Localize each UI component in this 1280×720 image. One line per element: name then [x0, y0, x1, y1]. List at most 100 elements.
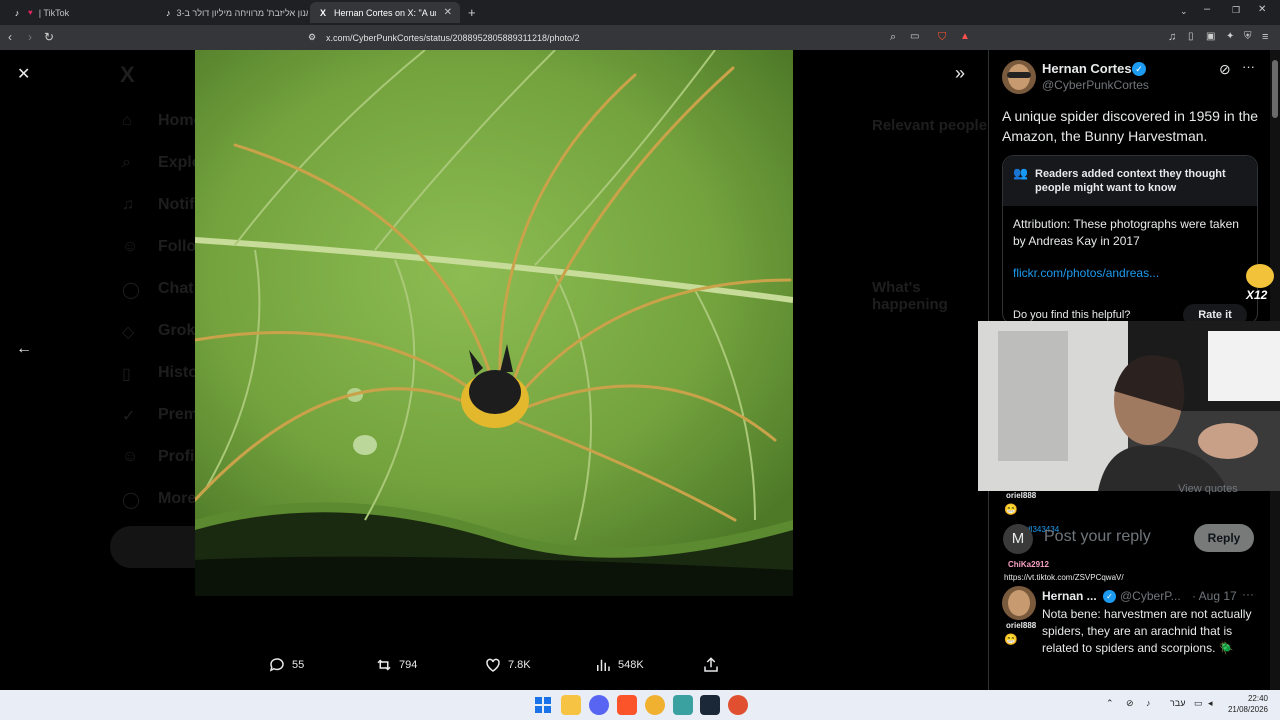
- reply-date[interactable]: · Aug 17: [1192, 589, 1237, 603]
- profile-icon: ☺: [122, 448, 139, 465]
- url-text: x.com/CyberPunkCortes/status/20889528058…: [326, 32, 580, 43]
- reply-more-icon[interactable]: ···: [1242, 587, 1254, 601]
- home-icon: ⌂: [122, 112, 132, 129]
- file-explorer-icon[interactable]: [561, 695, 581, 715]
- start-icon[interactable]: [533, 695, 553, 715]
- language-indicator[interactable]: עבר: [1170, 698, 1185, 708]
- cast-icon[interactable]: ▭: [910, 29, 919, 45]
- tiktok-icon: ♪: [166, 7, 171, 18]
- tray-chevron-icon[interactable]: ⌃: [1106, 698, 1114, 709]
- reply-author-name[interactable]: Hernan ...: [1042, 589, 1097, 603]
- tab-label: | TikTok: [38, 7, 70, 18]
- address-bar[interactable]: ⚙ x.com/CyberPunkCortes/status/208895280…: [280, 28, 976, 47]
- search-icon: ⌕: [122, 154, 131, 171]
- community-note: 👥 Readers added context they thought peo…: [1002, 155, 1258, 326]
- brave-rewards-icon[interactable]: ▲: [960, 29, 970, 45]
- views-button[interactable]: 548K: [594, 656, 644, 674]
- author-handle[interactable]: @CyberPunkCortes: [1042, 78, 1149, 92]
- reload-icon[interactable]: ↻: [44, 29, 54, 45]
- community-note-link[interactable]: flickr.com/photos/andreas...: [1013, 266, 1159, 280]
- minimize-icon[interactable]: –: [1204, 3, 1210, 15]
- clock-time[interactable]: 22:40: [1232, 694, 1268, 703]
- close-window-icon[interactable]: ✕: [1258, 4, 1266, 15]
- scrollbar-thumb[interactable]: [1272, 60, 1278, 118]
- back-icon[interactable]: ‹: [8, 29, 12, 45]
- brave-shield-icon[interactable]: ⛉: [938, 29, 946, 45]
- collapse-panel-icon[interactable]: »: [955, 63, 965, 84]
- vpn-icon[interactable]: ⛨: [1244, 29, 1252, 45]
- forward-icon[interactable]: ›: [28, 29, 32, 45]
- discord-icon[interactable]: [589, 695, 609, 715]
- close-tab-icon[interactable]: ✕: [444, 7, 452, 18]
- previous-photo-arrow-icon[interactable]: ←: [16, 340, 32, 358]
- tab-tiktok[interactable]: ♪ ♥ | TikTok: [4, 2, 154, 23]
- verified-badge-icon: ✓: [1103, 590, 1116, 603]
- reply-author-avatar[interactable]: [1002, 586, 1036, 620]
- x-photo-viewer: X ⌂ Home ⌕ Explore ♫ Notifications ☺ Fol…: [0, 50, 1280, 690]
- tab-label: Hernan Cortes on X: "A unique s: [334, 7, 436, 18]
- brave-browser-icon[interactable]: [617, 695, 637, 715]
- nav-grok: Grok: [158, 322, 196, 339]
- new-tab-button[interactable]: +: [468, 5, 476, 20]
- extensions-icon[interactable]: ✦: [1226, 29, 1234, 45]
- more-icon: ◯: [122, 492, 140, 509]
- more-options-icon[interactable]: ···: [1242, 59, 1255, 74]
- clock-date[interactable]: 21/08/2026: [1222, 705, 1268, 714]
- windows-taskbar: ⌃ ⊘ ♪ עבר ▭ ◂ 22:40 21/08/2026: [0, 690, 1280, 720]
- author-name[interactable]: Hernan Cortes: [1042, 61, 1132, 76]
- community-note-body: Attribution: These photographs were take…: [1013, 217, 1239, 248]
- like-button[interactable]: 7.8K: [484, 656, 531, 674]
- verified-badge-icon: ✓: [1132, 62, 1146, 76]
- chat-emoji-icon: 😁: [1004, 634, 1018, 646]
- reply-author-handle[interactable]: @CyberP...: [1120, 589, 1181, 603]
- media-icon[interactable]: ♫: [1168, 29, 1176, 45]
- restore-icon[interactable]: ❐: [1232, 5, 1240, 16]
- like-count: 7.8K: [508, 659, 531, 671]
- app-icon[interactable]: [645, 695, 665, 715]
- share-button[interactable]: [702, 656, 720, 674]
- display-icon[interactable]: ▭: [1194, 698, 1203, 709]
- grok-icon[interactable]: ⊘: [1219, 61, 1231, 78]
- app-icon[interactable]: [673, 695, 693, 715]
- reply-text: Nota bene: harvestmen are not actually s…: [1042, 607, 1252, 655]
- chat-emoji-icon: 😁: [1004, 504, 1018, 516]
- tab-x-post[interactable]: X Hernan Cortes on X: "A unique s ✕: [310, 2, 460, 23]
- zoom-icon[interactable]: ⌕: [890, 29, 896, 45]
- reply-input[interactable]: Post your reply: [1044, 528, 1151, 546]
- tab-tiktok-video[interactable]: ♪ שאנון אליזבת' מרוויחה מיליון דולר ב-3: [158, 2, 308, 23]
- sidebar-icon[interactable]: ▯: [1188, 29, 1194, 45]
- chat-username: oriel888: [1006, 491, 1037, 500]
- repost-icon: [377, 659, 391, 671]
- steam-icon[interactable]: [700, 695, 720, 715]
- people-icon: ☺: [122, 238, 139, 255]
- nav-chat: Chat: [158, 280, 194, 297]
- repost-button[interactable]: 794: [375, 656, 417, 674]
- close-icon[interactable]: ✕: [17, 64, 30, 84]
- grok-icon: ◇: [122, 324, 135, 341]
- menu-icon[interactable]: ≡: [1262, 29, 1268, 45]
- reply-button[interactable]: Reply: [1194, 524, 1254, 552]
- network-icon[interactable]: ⊘: [1126, 698, 1134, 709]
- heart-icon: [486, 658, 500, 672]
- chat-link: https://vt.tiktok.com/ZSVPCqwaV/: [1004, 573, 1124, 582]
- tab-list-icon[interactable]: ⌄: [1180, 6, 1188, 17]
- wallet-icon[interactable]: ▣: [1206, 29, 1215, 45]
- author-avatar[interactable]: [1002, 60, 1036, 94]
- reply-button[interactable]: 55: [268, 656, 304, 674]
- view-quotes-link[interactable]: View quotes: [1178, 483, 1238, 495]
- x-logo-icon: X: [120, 62, 135, 87]
- heart-icon: ♥: [28, 8, 33, 17]
- nav-more: More: [158, 490, 197, 507]
- tweet-text: A unique spider discovered in 1959 in th…: [1002, 108, 1259, 144]
- mic-icon[interactable]: ♪: [1146, 698, 1151, 708]
- webcam-overlay: [978, 321, 1280, 491]
- community-note-header: 👥 Readers added context they thought peo…: [1003, 156, 1257, 206]
- photo-action-bar: 55 794 7.8K 548K: [260, 656, 730, 684]
- volume-icon[interactable]: ◂: [1208, 698, 1213, 709]
- site-info-icon[interactable]: ⚙: [308, 32, 316, 43]
- app-icon[interactable]: [728, 695, 748, 715]
- tiktok-icon: ♪: [14, 7, 20, 18]
- x-logo-icon: X: [319, 7, 326, 18]
- chat-username: oriel888: [1006, 621, 1037, 630]
- user-avatar: M: [1003, 524, 1033, 554]
